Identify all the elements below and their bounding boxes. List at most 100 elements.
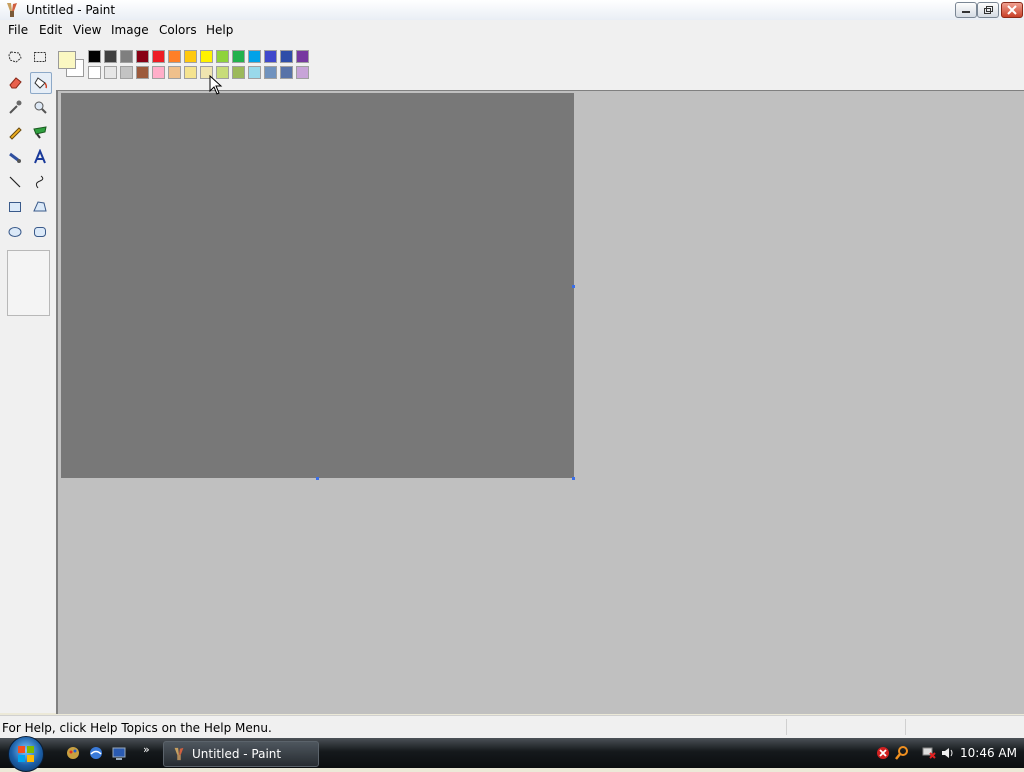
security-alert-icon[interactable] <box>875 745 891 761</box>
quick-launch-show-desktop-icon[interactable] <box>111 745 127 761</box>
magnifier-icon <box>34 101 47 114</box>
fill-with-color-tool[interactable] <box>30 72 52 94</box>
restore-button[interactable] <box>977 2 999 18</box>
line-icon <box>9 176 21 188</box>
status-divider <box>786 719 787 735</box>
curve-icon <box>35 175 44 189</box>
start-button[interactable] <box>8 736 44 772</box>
palette-swatch[interactable] <box>136 50 149 63</box>
palette-swatch[interactable] <box>296 66 309 79</box>
menu-file[interactable]: File <box>6 22 30 38</box>
palette-swatch[interactable] <box>168 50 181 63</box>
paint-app-icon <box>7 3 17 17</box>
close-icon <box>1007 5 1017 15</box>
quick-launch-paint-icon[interactable] <box>65 745 81 761</box>
palette-swatch[interactable] <box>264 66 277 79</box>
polygon-icon <box>33 201 47 212</box>
palette-swatch[interactable] <box>296 50 309 63</box>
paint-app-icon <box>174 747 184 761</box>
palette-swatch[interactable] <box>104 66 117 79</box>
palette-swatch[interactable] <box>120 66 133 79</box>
fill-with-color-icon <box>34 77 48 89</box>
palette-swatch[interactable] <box>280 50 293 63</box>
current-colors[interactable] <box>56 48 85 78</box>
palette-swatch[interactable] <box>184 66 197 79</box>
taskbar-paint-button[interactable]: Untitled - Paint <box>163 741 319 767</box>
title-bar: Untitled - Paint <box>0 0 1024 21</box>
free-form-select-icon <box>8 51 22 63</box>
quick-launch-more-chevron[interactable]: » <box>143 743 150 756</box>
palette-swatch[interactable] <box>152 50 165 63</box>
airbrush-icon <box>9 152 21 163</box>
menu-help[interactable]: Help <box>204 22 235 38</box>
palette-swatch[interactable] <box>152 66 165 79</box>
palette-swatch[interactable] <box>120 50 133 63</box>
menu-edit[interactable]: Edit <box>37 22 64 38</box>
taskbar-clock[interactable]: 10:46 AM <box>960 746 1017 760</box>
minimize-icon <box>962 11 970 13</box>
menu-image[interactable]: Image <box>109 22 151 38</box>
minimize-button[interactable] <box>955 2 977 18</box>
palette-swatch[interactable] <box>168 66 181 79</box>
network-icon[interactable] <box>921 745 937 761</box>
airbrush-tool[interactable] <box>4 146 26 168</box>
palette-swatch[interactable] <box>184 50 197 63</box>
status-help-text: For Help, click Help Topics on the Help … <box>2 721 272 735</box>
pencil-tool[interactable] <box>4 121 26 143</box>
search-icon[interactable] <box>894 745 910 761</box>
magnifier-tool[interactable] <box>29 96 51 118</box>
mouse-cursor-icon <box>209 75 223 95</box>
palette-swatch[interactable] <box>88 50 101 63</box>
palette-swatch[interactable] <box>200 50 213 63</box>
eraser-icon <box>9 77 22 89</box>
line-tool[interactable] <box>4 171 26 193</box>
palette-swatch[interactable] <box>248 50 261 63</box>
eraser-tool[interactable] <box>4 71 26 93</box>
menu-bar: File Edit View Image Colors Help <box>0 20 1024 40</box>
palette-swatch[interactable] <box>216 50 229 63</box>
close-button[interactable] <box>1001 2 1023 18</box>
tool-options-box[interactable] <box>7 250 50 316</box>
window-title: Untitled - Paint <box>26 3 116 17</box>
rounded-rectangle-icon <box>34 227 46 237</box>
rectangle-tool[interactable] <box>4 196 26 218</box>
toolbox <box>0 40 56 713</box>
ellipse-tool[interactable] <box>4 221 26 243</box>
palette-swatch[interactable] <box>88 66 101 79</box>
menu-view[interactable]: View <box>71 22 103 38</box>
rect-select-icon <box>34 52 46 62</box>
text-icon <box>34 149 46 164</box>
volume-icon[interactable] <box>940 745 956 761</box>
rounded-rectangle-tool[interactable] <box>29 221 51 243</box>
free-form-select-tool[interactable] <box>4 46 26 68</box>
canvas-workspace[interactable] <box>56 90 1024 714</box>
pencil-icon <box>9 127 22 140</box>
resize-handle-corner[interactable] <box>572 477 575 480</box>
brush-tool[interactable] <box>29 121 51 143</box>
palette-swatch[interactable] <box>264 50 277 63</box>
menu-colors[interactable]: Colors <box>157 22 199 38</box>
pick-color-icon <box>9 100 22 114</box>
drawing-canvas[interactable] <box>61 93 574 478</box>
taskbar-paint-label: Untitled - Paint <box>192 747 282 761</box>
palette-swatch[interactable] <box>248 66 261 79</box>
palette-swatch[interactable] <box>104 50 117 63</box>
palette-swatch[interactable] <box>136 66 149 79</box>
palette-swatch[interactable] <box>280 66 293 79</box>
resize-handle-bottom[interactable] <box>316 477 319 480</box>
quick-launch-browser-icon[interactable] <box>88 745 104 761</box>
rect-select-tool[interactable] <box>29 46 51 68</box>
palette-swatch[interactable] <box>232 66 245 79</box>
curve-tool[interactable] <box>29 171 51 193</box>
polygon-tool[interactable] <box>29 196 51 218</box>
brush-icon <box>33 126 47 139</box>
color-box <box>56 40 1024 90</box>
palette-swatch[interactable] <box>232 50 245 63</box>
windows-logo-icon <box>18 746 34 762</box>
ellipse-icon <box>8 227 22 237</box>
status-bar: For Help, click Help Topics on the Help … <box>0 715 1024 739</box>
text-tool[interactable] <box>29 146 51 168</box>
resize-handle-right[interactable] <box>572 285 575 288</box>
foreground-color-swatch[interactable] <box>58 51 76 69</box>
pick-color-tool[interactable] <box>4 96 26 118</box>
